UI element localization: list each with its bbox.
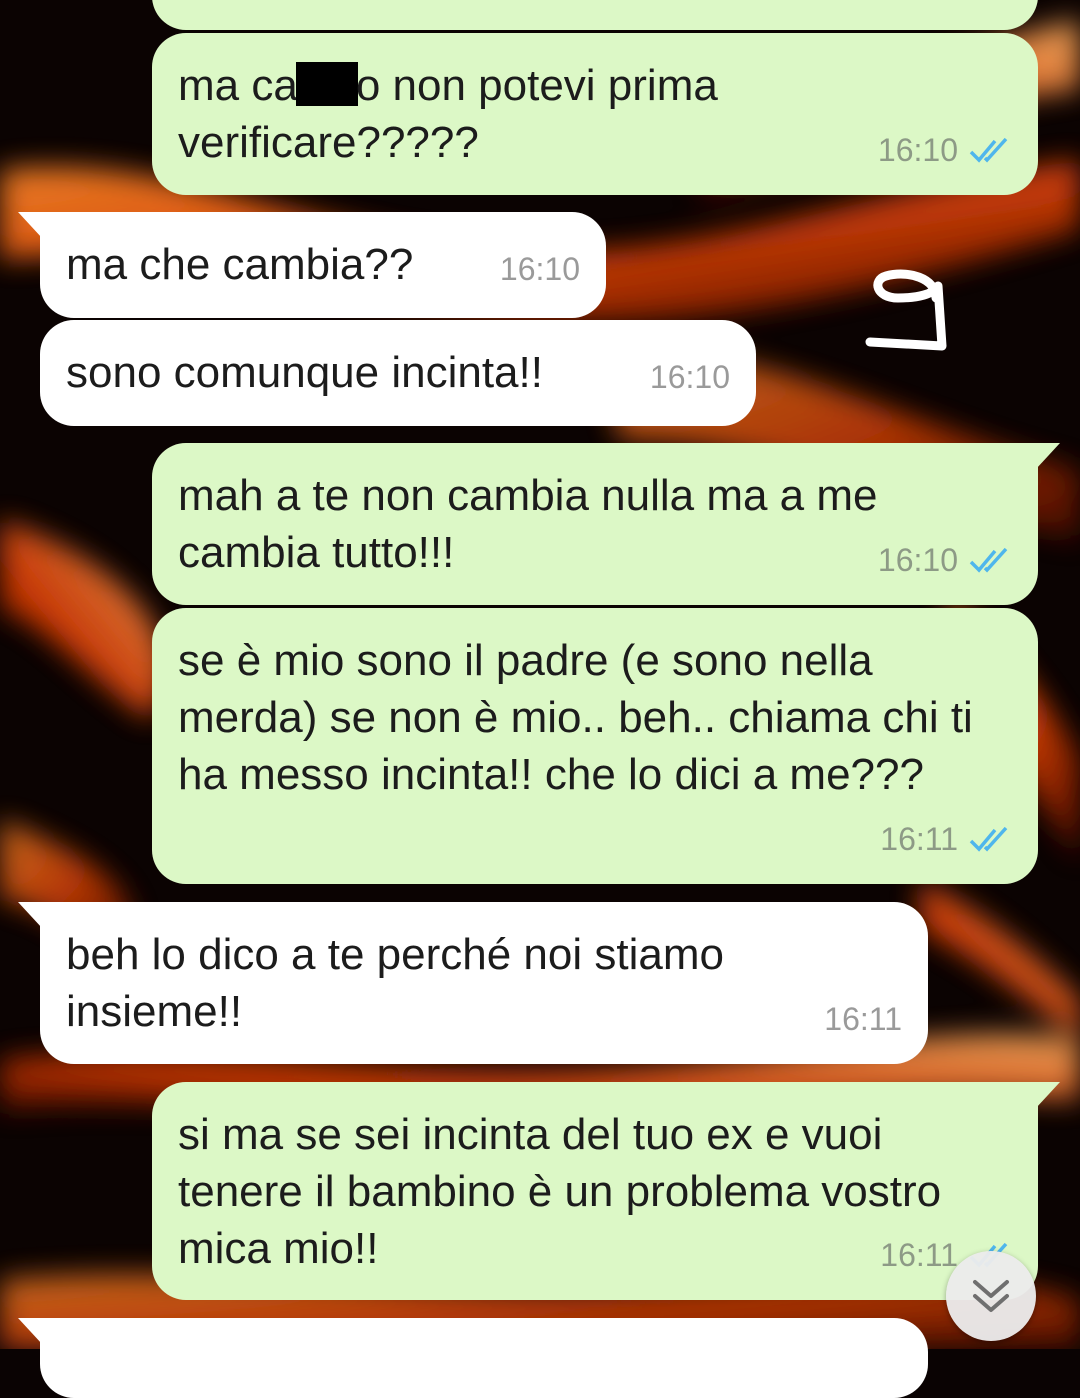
redaction-box	[295, 62, 358, 106]
message-bubble-incoming[interactable]: ma che cambia?? 16:10	[18, 212, 606, 318]
bubble-tail	[18, 902, 42, 928]
scroll-to-bottom-button[interactable]	[946, 1251, 1036, 1341]
message-bubble-incoming[interactable]: sono comunque incinta!! 16:10	[40, 320, 756, 426]
bubble-tail	[1036, 1082, 1060, 1108]
message-bubble-outgoing[interactable]: si ma se sei incinta del tuo ex e vuoi t…	[152, 1082, 1060, 1300]
message-text: beh lo dico a te perché noi stiamo insie…	[66, 930, 724, 1036]
message-bubble-outgoing[interactable]: ma ca o non potevi prima verificare????? …	[152, 33, 1038, 195]
message-time: 16:10	[877, 132, 958, 168]
message-meta: 16:10	[878, 532, 1012, 589]
message-time: 16:10	[499, 251, 580, 287]
message-bubble-partial-top[interactable]	[152, 0, 1038, 30]
bubble-tail	[18, 212, 42, 238]
message-time: 16:11	[880, 1237, 958, 1273]
message-bubble-partial-bottom[interactable]	[18, 1318, 928, 1398]
message-meta: 16:10	[500, 241, 580, 298]
message-time: 16:11	[824, 1001, 902, 1037]
handwritten-annotation	[865, 269, 947, 351]
message-time: 16:11	[880, 821, 958, 857]
message-bubble-outgoing[interactable]: se è mio sono il padre (e sono nella mer…	[152, 608, 1038, 884]
message-text: sono comunque incinta!!	[66, 348, 543, 397]
message-time: 16:10	[877, 542, 958, 578]
double-check-icon	[969, 547, 1008, 573]
message-bubble-incoming[interactable]: beh lo dico a te perché noi stiamo insie…	[18, 902, 928, 1064]
message-meta: 16:10	[878, 122, 1012, 179]
message-time: 16:10	[649, 359, 730, 395]
message-meta: 16:10	[650, 349, 730, 406]
double-check-icon	[969, 826, 1008, 852]
message-meta: 16:11	[824, 991, 902, 1048]
message-bubble-outgoing[interactable]: mah a te non cambia nulla ma a me cambia…	[152, 443, 1060, 605]
bubble-tail	[18, 1318, 42, 1344]
message-meta: 16:11	[880, 811, 1012, 868]
message-text: se è mio sono il padre (e sono nella mer…	[178, 636, 973, 799]
double-check-icon	[969, 137, 1008, 163]
bubble-tail	[1036, 443, 1060, 469]
double-chevron-down-icon	[973, 1280, 1009, 1312]
